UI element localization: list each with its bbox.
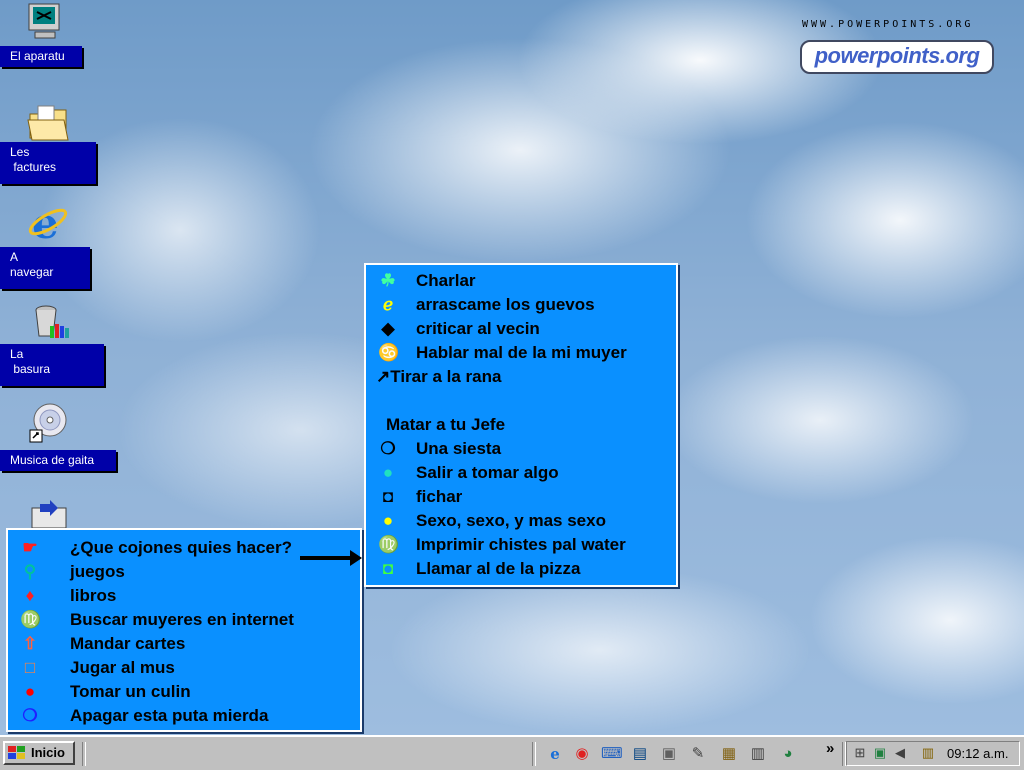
help-icon[interactable]: ✎ [689,745,707,763]
volume-icon[interactable]: ◀ [891,744,909,762]
submenu-item[interactable]: ↗Tirar a la rana [366,365,676,389]
submenu-item[interactable]: ♍ Imprimir chistes pal water [366,533,676,557]
submenu-item[interactable]: ❍ Una siesta [366,437,676,461]
powerpoints-logo: powerpoints.org [800,40,994,74]
menu-item-label: Llamar al de la pizza [416,559,581,578]
submenu-item[interactable]: ◆ criticar al vecin [366,317,676,341]
bullet-icon: ☛ [22,538,38,557]
taskbar-separator [532,742,536,766]
channels-icon[interactable]: ▤ [631,745,649,763]
menu-item-label: Salir a tomar algo [416,463,559,482]
document-icon[interactable]: ▥ [749,745,767,763]
scheduler-icon[interactable]: ▣ [871,744,889,762]
globe-icon[interactable]: ◕ [779,745,797,763]
outlook-icon[interactable]: ◉ [573,745,591,763]
recycle-bin-icon [28,300,69,340]
bullet-icon: ◆ [381,319,395,338]
submenu-item[interactable]: ◘ Llamar al de la pizza [366,557,676,581]
submenu-item[interactable]: ● Sexo, sexo, y mas sexo [366,509,676,533]
bullet-icon: ♍ [378,535,400,554]
menu-item-label: Apagar esta puta mierda [70,706,269,725]
submenu-item[interactable]: ◘ fichar [366,485,676,509]
cd-icon [28,402,68,443]
menu-item-label: ↗Tirar a la rana [376,367,502,386]
internet-explorer-icon[interactable]: e [546,745,564,763]
submenu-item[interactable]: ☘ Charlar [366,269,676,293]
submenu-item[interactable]: ♋ Hablar mal de la mi muyer [366,341,676,365]
network-icon[interactable]: ▣ [660,745,678,763]
bullet-icon: ◘ [382,487,394,506]
system-tray: ⊞ ▣ ◀ ▥ 09:12 a.m. [846,741,1020,766]
bullet-icon: ● [382,463,394,482]
taskbar: Inicio e ◉ ⌨ ▤ ▣ ✎ ▦ ▥ ◕ » ⊞ ▣ ◀ ▥ 09:12… [0,735,1024,770]
menu-item-label: Charlar [416,271,476,290]
menu-item-label: Jugar al mus [70,658,175,677]
network-status-icon[interactable]: ⊞ [851,744,869,762]
start-label: Inicio [31,745,65,760]
submenu-item[interactable] [366,389,676,413]
bullet-icon: ♍ [20,610,42,629]
branding: WWW.POWERPOINTS.ORG powerpoints.org [796,16,996,76]
menu-item-label: criticar al vecin [416,319,540,338]
submenu-item[interactable]: Matar a tu Jefe [366,413,676,437]
submenu-item[interactable]: ● Salir a tomar algo [366,461,676,485]
menu-item-label: Tomar un culin [70,682,191,701]
menu-item-label: Una siesta [416,439,502,458]
taskbar-separator [82,742,86,766]
icon-label: Les factures [0,142,96,184]
start-menu-item[interactable]: ❍ Apagar esta puta mierda [8,704,360,728]
folder-tree-icon[interactable]: ▦ [720,745,738,763]
desktop-icon[interactable]: ⌨ [601,745,623,763]
windows-logo-icon [8,746,26,760]
computer-icon [25,2,65,42]
menu-item-label: fichar [416,487,463,506]
start-menu-item[interactable]: ♍ Buscar muyeres en internet [8,608,360,632]
menu-item-label: arrascame los guevos [416,295,595,314]
submenu-panel: ☘ Charlar ℯ arrascame los guevos ◆ criticar a… [364,263,678,587]
start-menu-item[interactable]: ♦ libros [8,584,360,608]
bullet-icon: ℯ [382,295,394,314]
icon-label: El aparatu [0,46,82,67]
icon-label: La basura [0,344,104,386]
menu-item-label: juegos [70,562,125,581]
folder-icon [26,102,69,142]
bullet-icon: ❍ [22,706,38,725]
menu-item-label: Imprimir chistes pal water [416,535,626,554]
menu-item-label: Mandar cartes [70,634,186,653]
clock[interactable]: 09:12 a.m. [947,746,1008,761]
menu-item-label: Hablar mal de la mi muyer [416,343,627,362]
menu-item-label: libros [70,586,117,605]
bullet-icon: ❍ [380,439,396,458]
icon-label: Musica de gaita [0,450,116,471]
submenu-item[interactable]: ℯ arrascame los guevos [366,293,676,317]
bullet-icon: ⇧ [22,634,38,653]
submenu-arrow [300,550,362,566]
bullet-icon: ♋ [378,343,400,362]
bullet-icon: ⚲ [23,562,37,581]
bullet-icon: ♦ [25,586,35,605]
menu-item-label: Buscar muyeres en internet [70,610,294,629]
start-button[interactable]: Inicio [3,741,75,765]
start-menu-item[interactable]: ⇧ Mandar cartes [8,632,360,656]
bullet-icon: □ [24,658,36,677]
bullet-icon: ☘ [380,271,396,290]
start-menu-item[interactable]: □ Jugar al mus [8,656,360,680]
bullet-icon: ● [382,511,394,530]
branding-url: WWW.POWERPOINTS.ORG [802,19,974,30]
menu-item-label: Sexo, sexo, y mas sexo [416,511,606,530]
bullet-icon: ◘ [382,559,394,578]
bullet-icon: ● [24,682,36,701]
icon-label: A navegar [0,247,90,289]
menu-item-label: ¿Que cojones quies hacer? [70,538,293,557]
menu-item-label: Matar a tu Jefe [386,415,506,434]
internet-explorer-icon: e [26,199,68,248]
start-menu-item[interactable]: ● Tomar un culin [8,680,360,704]
overflow-chevron-icon[interactable]: » [826,740,834,757]
power-icon[interactable]: ▥ [919,744,937,762]
